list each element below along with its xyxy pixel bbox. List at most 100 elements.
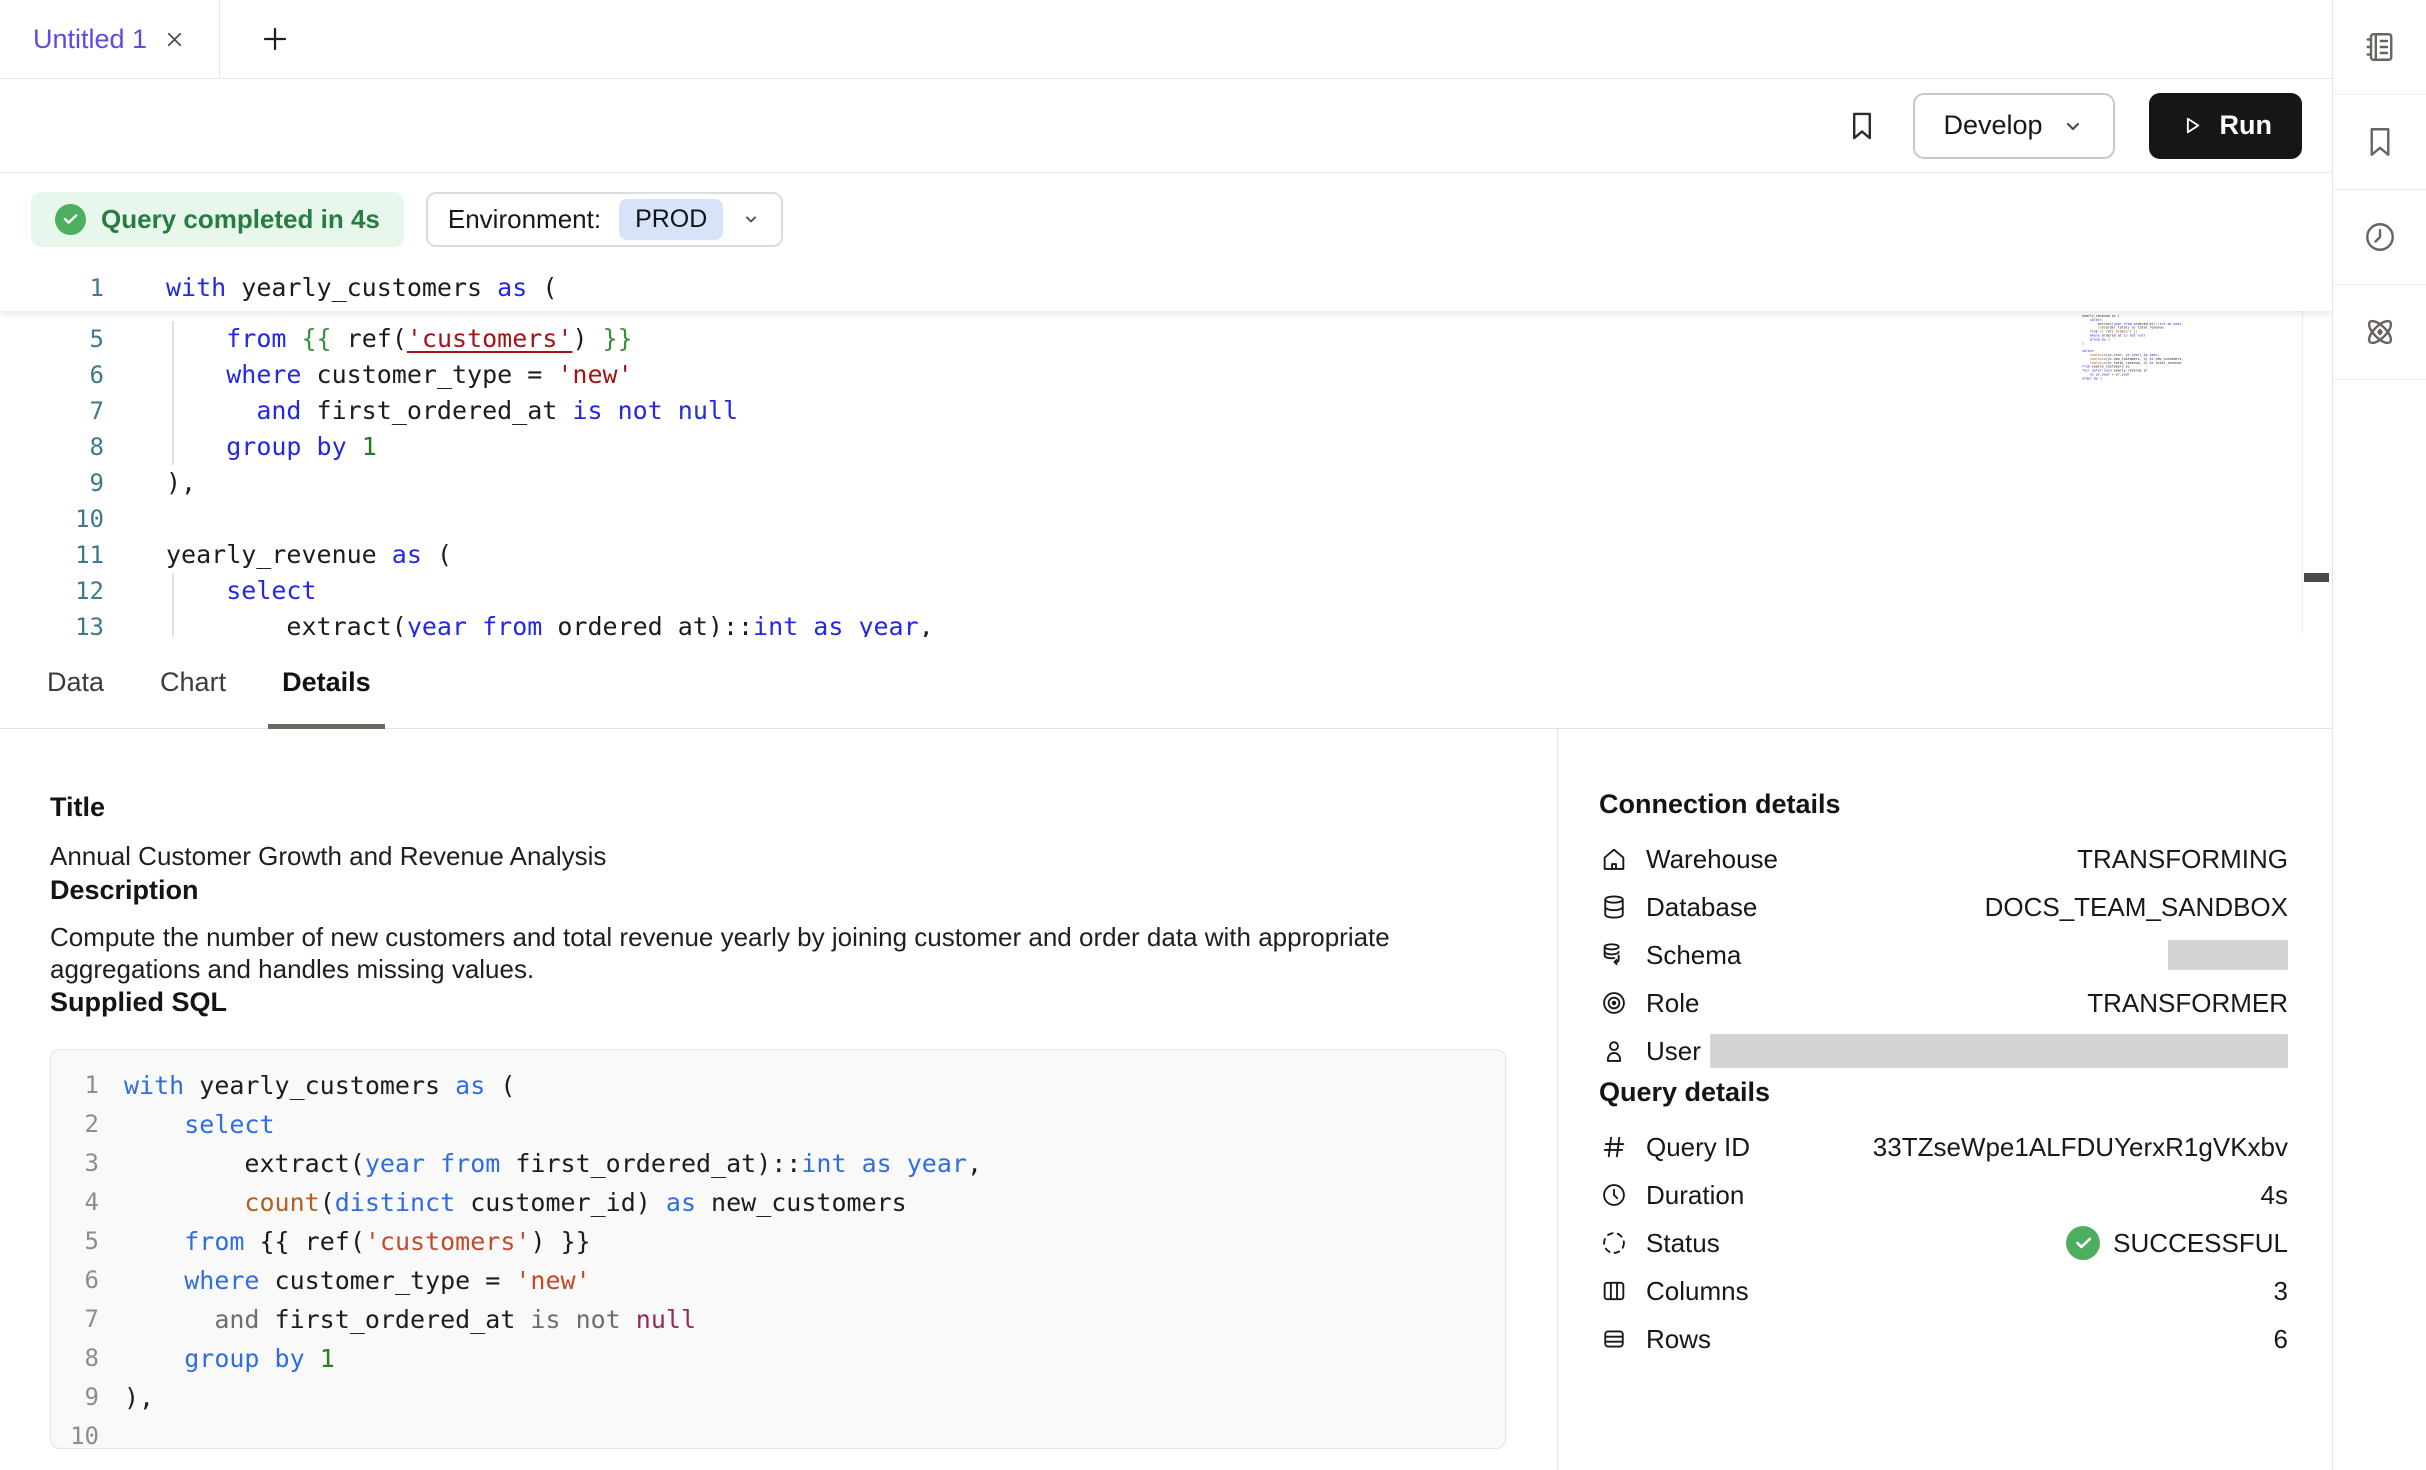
code-text: from {{ ref('customers') }}	[104, 321, 633, 357]
run-label: Run	[2220, 110, 2272, 141]
code-line[interactable]: 11yearly_revenue as (	[0, 537, 2332, 573]
sql-code-editor[interactable]: 1with yearly_customers as ( 5 from {{ re…	[0, 265, 2332, 637]
code-line[interactable]: 2 select	[69, 1105, 1505, 1144]
line-number: 1	[69, 1066, 99, 1105]
detail-value: 3	[2274, 1276, 2288, 1307]
bookmark-icon[interactable]	[1845, 109, 1879, 143]
code-line[interactable]: 9),	[69, 1378, 1505, 1417]
code-line[interactable]: 6 where customer_type = 'new'	[0, 357, 2332, 393]
code-line[interactable]: 1with yearly_customers as (	[69, 1066, 1505, 1105]
connection-details-rows: WarehouseTRANSFORMINGDatabaseDOCS_TEAM_S…	[1599, 835, 2288, 1075]
line-number: 12	[0, 573, 104, 609]
chevron-down-icon	[741, 209, 761, 229]
code-text: yearly_revenue as (	[104, 537, 452, 573]
check-circle-icon	[55, 204, 86, 235]
code-line[interactable]: 7 and first_ordered_at is not null	[69, 1300, 1505, 1339]
supplied-sql-code-block: 1with yearly_customers as (2 select3 ext…	[50, 1049, 1506, 1449]
history-clock-icon	[2362, 219, 2398, 255]
code-line[interactable]: 9),	[0, 465, 2332, 501]
code-line[interactable]: 12 select	[0, 573, 2332, 609]
code-text: extract(year from ordered_at)::int as ye…	[104, 609, 934, 637]
code-line[interactable]: 5 from {{ ref('customers') }}	[69, 1222, 1505, 1261]
line-number: 4	[69, 1183, 99, 1222]
status-value: SUCCESSFUL	[2066, 1226, 2288, 1260]
app-window: Untitled 1 Develop	[0, 0, 2426, 1470]
detail-label: Schema	[1646, 940, 1741, 971]
line-number: 5	[69, 1222, 99, 1261]
plus-icon	[260, 24, 290, 54]
close-tab-icon[interactable]	[163, 28, 186, 51]
detail-label: Rows	[1646, 1324, 1711, 1355]
run-button[interactable]: Run	[2149, 93, 2302, 159]
query-details-rows: Query ID33TZseWpe1ALFDUYerxR1gVKxbvDurat…	[1599, 1123, 2288, 1363]
connection-detail-row: DatabaseDOCS_TEAM_SANDBOX	[1599, 883, 2288, 931]
chevron-down-icon	[2061, 114, 2085, 138]
code-text: where customer_type = 'new'	[99, 1261, 591, 1300]
title-heading: Title	[50, 790, 1557, 824]
code-line[interactable]: 10	[0, 501, 2332, 537]
code-text	[99, 1417, 124, 1449]
editor-tab-untitled[interactable]: Untitled 1	[0, 0, 220, 78]
code-line[interactable]: 8 group by 1	[0, 429, 2332, 465]
line-number: 2	[69, 1105, 99, 1144]
code-text: and first_ordered_at is not null	[99, 1300, 696, 1339]
code-line[interactable]: 3 extract(year from first_ordered_at)::i…	[69, 1144, 1505, 1183]
code-text: select	[104, 573, 317, 609]
code-text: ),	[99, 1378, 154, 1417]
result-tabs: Data Chart Details	[0, 637, 2332, 729]
code-text: from {{ ref('customers') }}	[99, 1222, 591, 1261]
tab-details[interactable]: Details	[282, 637, 371, 728]
code-line[interactable]: 4 count(distinct customer_id) as new_cus…	[69, 1183, 1505, 1222]
environment-label: Environment:	[448, 204, 601, 235]
code-text: with yearly_customers as (	[99, 1066, 515, 1105]
line-number: 10	[69, 1417, 99, 1449]
code-text	[104, 501, 166, 537]
connection-detail-row: WarehouseTRANSFORMING	[1599, 835, 2288, 883]
clock-icon	[1599, 1180, 1629, 1210]
notebook-icon	[2362, 29, 2398, 65]
detail-label: Status	[1646, 1228, 1720, 1259]
tab-data[interactable]: Data	[47, 637, 104, 728]
sidebar-button-bookmark[interactable]	[2333, 95, 2426, 190]
line-number: 7	[0, 393, 104, 429]
code-text: group by 1	[104, 429, 377, 465]
warehouse-icon	[1599, 844, 1629, 874]
sidebar-button-compass[interactable]	[2333, 285, 2426, 380]
code-text: extract(year from first_ordered_at)::int…	[99, 1144, 982, 1183]
query-detail-row: Rows6	[1599, 1315, 2288, 1363]
new-tab-button[interactable]	[220, 0, 330, 78]
detail-value: 4s	[2261, 1180, 2288, 1211]
detail-label: Warehouse	[1646, 844, 1778, 875]
query-status-text: Query completed in 4s	[101, 204, 380, 235]
editor-lines: 5 from {{ ref('customers') }}6 where cus…	[0, 311, 2332, 637]
environment-selector[interactable]: Environment: PROD	[426, 192, 783, 247]
detail-label: Duration	[1646, 1180, 1744, 1211]
code-line[interactable]: 13 extract(year from ordered_at)::int as…	[0, 609, 2332, 637]
environment-value-badge: PROD	[619, 199, 723, 240]
develop-dropdown-button[interactable]: Develop	[1913, 93, 2114, 159]
tab-chart[interactable]: Chart	[160, 637, 226, 728]
code-line[interactable]: 1with yearly_customers as (	[0, 270, 2332, 306]
sidebar-button-notebook[interactable]	[2333, 0, 2426, 95]
line-number: 6	[0, 357, 104, 393]
details-right-pane: Connection details WarehouseTRANSFORMING…	[1558, 729, 2332, 1470]
code-line[interactable]: 6 where customer_type = 'new'	[69, 1261, 1505, 1300]
line-number: 9	[0, 465, 104, 501]
line-number: 8	[0, 429, 104, 465]
line-number: 11	[0, 537, 104, 573]
code-text: where customer_type = 'new'	[104, 357, 633, 393]
main-column: Untitled 1 Develop	[0, 0, 2333, 1470]
tab-data-label: Data	[47, 667, 104, 698]
sidebar-button-history-clock[interactable]	[2333, 190, 2426, 285]
database-icon	[1599, 892, 1629, 922]
code-line[interactable]: 10	[69, 1417, 1505, 1449]
line-number: 7	[69, 1300, 99, 1339]
editor-scrollbar[interactable]	[2302, 273, 2332, 634]
scrollbar-thumb[interactable]	[2304, 573, 2329, 582]
code-text: group by 1	[99, 1339, 335, 1378]
code-line[interactable]: 5 from {{ ref('customers') }}	[0, 321, 2332, 357]
code-line[interactable]: 7 and first_ordered_at is not null	[0, 393, 2332, 429]
line-number: 8	[69, 1339, 99, 1378]
status-row: Query completed in 4s Environment: PROD	[0, 173, 2332, 265]
code-line[interactable]: 8 group by 1	[69, 1339, 1505, 1378]
